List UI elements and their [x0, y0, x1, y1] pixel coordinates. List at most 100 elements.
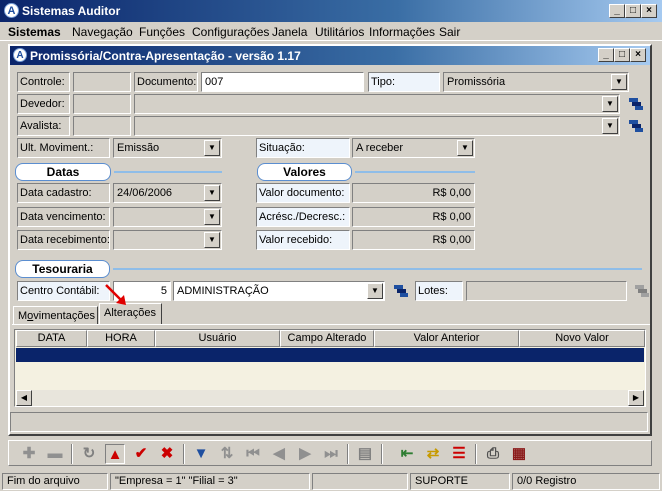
- ult-moviment-value: Emissão: [117, 142, 160, 154]
- data-recebimento-label: Data recebimento:: [17, 230, 110, 250]
- devedor-code-field[interactable]: [73, 94, 131, 114]
- tipo-select[interactable]: Promissória ▼: [443, 72, 629, 92]
- centro-contabil-select[interactable]: ADMINISTRAÇÃO ▼: [173, 281, 385, 301]
- copy-document-icon[interactable]: ▤: [355, 444, 375, 464]
- column-header-valor-anterior[interactable]: Valor Anterior: [374, 330, 519, 347]
- chevron-down-icon[interactable]: ▼: [367, 283, 383, 299]
- valor-recebido-field[interactable]: R$ 0,00: [352, 230, 475, 250]
- sort-arrows-icon[interactable]: ⇅: [217, 444, 237, 464]
- print-icon[interactable]: ⎙: [483, 444, 503, 464]
- export-list-icon[interactable]: ⇄: [423, 444, 443, 464]
- toolbar-separator: [71, 444, 73, 464]
- alteracoes-grid[interactable]: DATA HORA Usuário Campo Alterado Valor A…: [14, 329, 646, 407]
- tesouraria-divider: [113, 268, 642, 270]
- lotes-field[interactable]: [466, 281, 627, 301]
- data-vencimento-select[interactable]: ▼: [113, 207, 222, 227]
- first-record-icon[interactable]: ⏮: [243, 444, 263, 464]
- valores-section-header: Valores: [257, 163, 352, 181]
- tab-movimentacoes[interactable]: Movimentações: [13, 306, 98, 325]
- app-titlebar: A Sistemas Auditor _ □ ×: [0, 0, 662, 22]
- avalista-code-field[interactable]: [73, 116, 131, 136]
- filter-funnel-icon[interactable]: ▼: [191, 444, 211, 464]
- add-icon[interactable]: ✚: [19, 444, 39, 464]
- column-header-hora[interactable]: HORA: [87, 330, 155, 347]
- controle-field[interactable]: [73, 72, 131, 92]
- chevron-down-icon[interactable]: ▼: [602, 96, 618, 112]
- lookup-stack-icon[interactable]: [628, 119, 644, 133]
- cancel-x-icon[interactable]: ✖: [157, 444, 177, 464]
- menu-navegacao[interactable]: Navegação: [72, 25, 133, 39]
- menu-janela[interactable]: Janela: [272, 25, 307, 39]
- status-message: Fim do arquivo: [2, 473, 108, 490]
- documento-field[interactable]: 007: [201, 72, 364, 92]
- calendar-report-icon[interactable]: ▦: [509, 444, 529, 464]
- data-cadastro-label: Data cadastro:: [17, 183, 110, 203]
- column-header-data[interactable]: DATA: [16, 330, 87, 347]
- child-window-titlebar: A Promissória/Contra-Apresentação - vers…: [10, 46, 650, 65]
- chevron-down-icon[interactable]: ▼: [204, 232, 220, 248]
- datas-section-header: Datas: [15, 163, 111, 181]
- selected-row[interactable]: [16, 348, 644, 362]
- status-blank: [312, 473, 408, 490]
- data-cadastro-select[interactable]: 24/06/2006 ▼: [113, 183, 222, 203]
- chevron-down-icon[interactable]: ▼: [204, 140, 220, 156]
- toolbar-separator: [347, 444, 349, 464]
- menu-sistemas[interactable]: Sistemas: [8, 25, 61, 39]
- acresc-decresc-label: Acrésc./Decresc.:: [256, 207, 350, 227]
- avalista-label: Avalista:: [17, 116, 70, 136]
- menubar: Sistemas Navegação Funções Configurações…: [0, 22, 662, 41]
- scroll-right-icon[interactable]: ▶: [628, 390, 644, 406]
- column-header-campo-alterado[interactable]: Campo Alterado: [280, 330, 374, 347]
- menu-sair[interactable]: Sair: [439, 25, 460, 39]
- confirm-check-icon[interactable]: ✔: [131, 444, 151, 464]
- chevron-down-icon[interactable]: ▼: [457, 140, 473, 156]
- chevron-down-icon[interactable]: ▼: [611, 74, 627, 90]
- window-minimize-button[interactable]: _: [598, 48, 614, 62]
- refresh-icon[interactable]: ↻: [79, 444, 99, 464]
- next-record-icon[interactable]: ▶: [295, 444, 315, 464]
- red-arrow-annotation: [105, 284, 126, 305]
- situacao-select[interactable]: A receber ▼: [352, 138, 475, 158]
- lookup-stack-icon[interactable]: [628, 97, 644, 111]
- toolbar-separator: [475, 444, 477, 464]
- remove-icon[interactable]: ▬: [45, 444, 65, 464]
- valor-documento-field[interactable]: R$ 0,00: [352, 183, 475, 203]
- chevron-down-icon[interactable]: ▼: [204, 185, 220, 201]
- last-record-icon[interactable]: ⏭: [321, 444, 341, 464]
- status-empresa-filial: "Empresa = 1" "Filial = 3": [110, 473, 310, 490]
- window-close-button[interactable]: ×: [630, 48, 646, 62]
- documento-label: Documento:: [134, 72, 198, 92]
- menu-funcoes[interactable]: Funções: [139, 25, 185, 39]
- warning-triangle-icon[interactable]: ▲: [105, 444, 125, 464]
- ult-moviment-select[interactable]: Emissão ▼: [113, 138, 222, 158]
- window-maximize-button[interactable]: □: [614, 48, 630, 62]
- panel-footer: [10, 412, 648, 432]
- window-logo-icon: A: [13, 48, 27, 62]
- datas-divider: [114, 171, 222, 173]
- close-button[interactable]: ×: [641, 4, 657, 18]
- tipo-label: Tipo:: [368, 72, 440, 92]
- report-list-icon[interactable]: ☰: [449, 444, 469, 464]
- data-recebimento-select[interactable]: ▼: [113, 230, 222, 250]
- chevron-down-icon[interactable]: ▼: [602, 118, 618, 134]
- menu-informacoes[interactable]: Informações: [369, 25, 435, 39]
- import-list-icon[interactable]: ⇤: [397, 444, 417, 464]
- menu-configuracoes[interactable]: Configurações: [192, 25, 269, 39]
- lookup-stack-icon[interactable]: [393, 284, 409, 298]
- chevron-down-icon[interactable]: ▼: [204, 209, 220, 225]
- acresc-decresc-field[interactable]: R$ 0,00: [352, 207, 475, 227]
- valor-recebido-label: Valor recebido:: [256, 230, 350, 250]
- maximize-button[interactable]: □: [625, 4, 641, 18]
- minimize-button[interactable]: _: [609, 4, 625, 18]
- valor-documento-label: Valor documento:: [256, 183, 350, 203]
- column-header-novo-valor[interactable]: Novo Valor: [519, 330, 645, 347]
- scroll-left-icon[interactable]: ◀: [16, 390, 32, 406]
- ult-moviment-label: Ult. Moviment.:: [17, 138, 110, 158]
- horizontal-scrollbar[interactable]: ◀ ▶: [16, 390, 644, 406]
- column-header-usuario[interactable]: Usuário: [155, 330, 280, 347]
- previous-record-icon[interactable]: ◀: [269, 444, 289, 464]
- menu-utilitarios[interactable]: Utilitários: [315, 25, 364, 39]
- avalista-select[interactable]: ▼: [134, 116, 620, 136]
- record-toolbar: ✚ ▬ ↻ ▲ ✔ ✖ ▼ ⇅ ⏮ ◀ ▶ ⏭ ▤ ⇤ ⇄ ☰ ⎙ ▦: [8, 440, 652, 466]
- devedor-select[interactable]: ▼: [134, 94, 620, 114]
